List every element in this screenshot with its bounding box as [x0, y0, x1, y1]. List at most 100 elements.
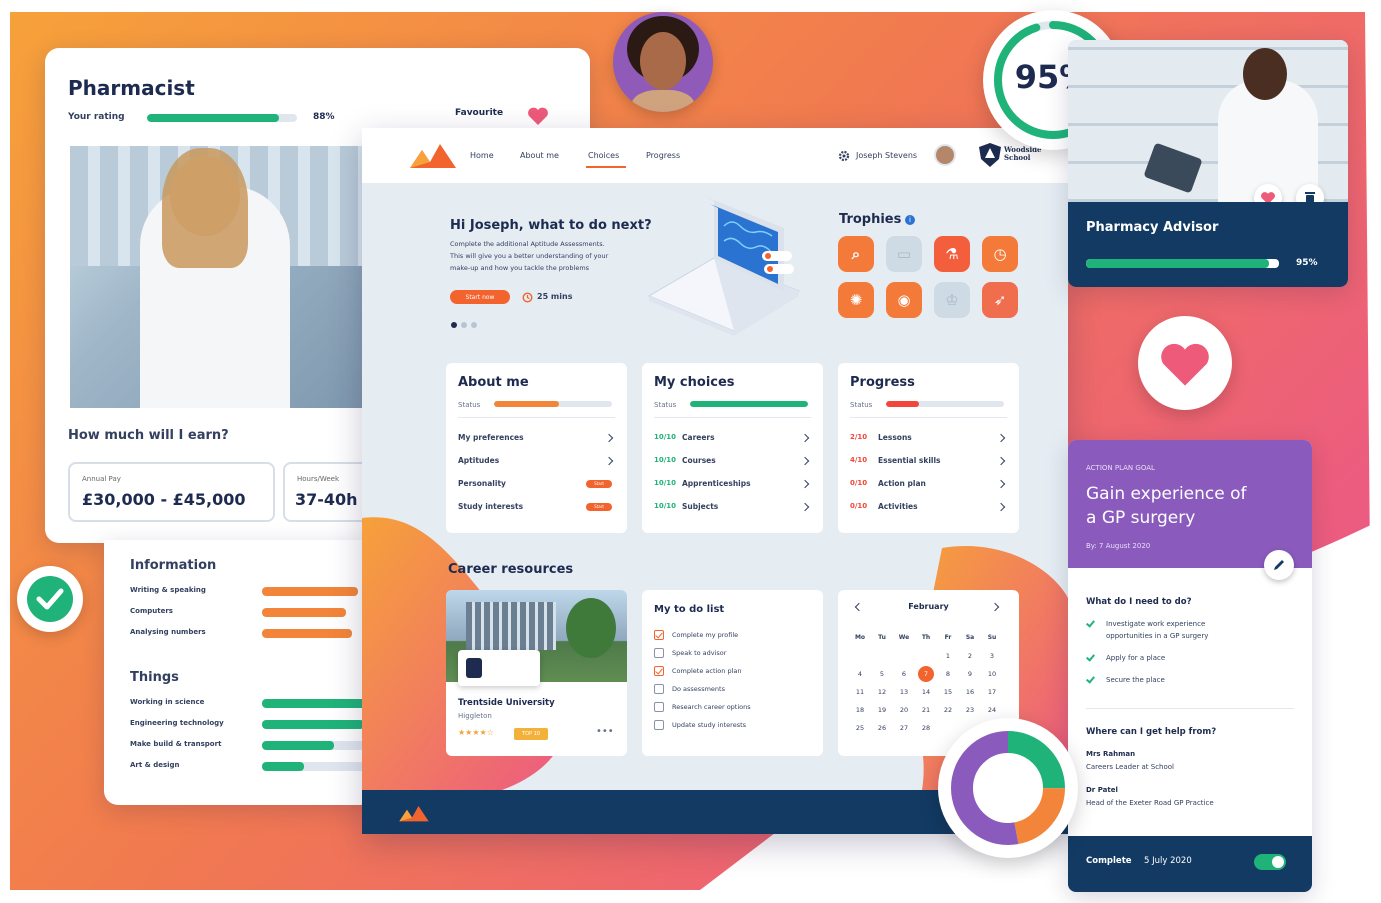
choices-item-label[interactable]: Courses: [682, 456, 716, 465]
calendar-day[interactable]: 6: [896, 670, 912, 678]
calendar-day[interactable]: 9: [962, 670, 978, 678]
flask-trophy-icon[interactable]: ⚗: [934, 236, 970, 272]
screen-trophy-icon[interactable]: ▭: [886, 236, 922, 272]
things-item-bar-fill: [262, 720, 364, 729]
edit-button[interactable]: [1264, 550, 1294, 580]
chevron-right-icon[interactable]: [800, 502, 810, 512]
my-choices-panel[interactable]: My choices Status 10/10 Careers 10/10 Cours…: [642, 363, 823, 533]
choices-item-label[interactable]: Careers: [682, 433, 715, 442]
about-item-label[interactable]: My preferences: [458, 433, 524, 442]
calendar-day[interactable]: 27: [896, 724, 912, 732]
progress-panel[interactable]: Progress Status 2/10 Lessons 4/10 Essential…: [838, 363, 1019, 533]
chevron-right-icon[interactable]: [604, 456, 614, 466]
calendar-day[interactable]: 18: [852, 706, 868, 714]
telescope-trophy-icon[interactable]: ⌕: [838, 236, 874, 272]
calendar-day[interactable]: 2: [962, 652, 978, 660]
todo-checkbox[interactable]: [654, 648, 664, 658]
todo-checkbox[interactable]: [654, 702, 664, 712]
user-avatar[interactable]: [934, 144, 956, 166]
pharmacy-advisor-card[interactable]: Pharmacy Advisor 95%: [1068, 40, 1348, 287]
calendar-day[interactable]: 17: [984, 688, 1000, 696]
calendar-day[interactable]: 4: [852, 670, 868, 678]
nav-progress[interactable]: Progress: [646, 151, 680, 160]
carousel-dot[interactable]: [461, 322, 467, 328]
about-item-label[interactable]: Personality: [458, 479, 506, 488]
calendar-day[interactable]: 23: [962, 706, 978, 714]
calendar-day[interactable]: 16: [962, 688, 978, 696]
user-name[interactable]: Joseph Stevens: [856, 151, 917, 160]
sun-trophy-icon[interactable]: ✺: [838, 282, 874, 318]
choices-item-label[interactable]: Apprenticeships: [682, 479, 751, 488]
heart-icon[interactable]: [527, 106, 549, 126]
complete-toggle[interactable]: [1254, 854, 1286, 870]
progress-item-label[interactable]: Action plan: [878, 479, 926, 488]
crown-trophy-icon[interactable]: ♔: [934, 282, 970, 318]
calendar-day[interactable]: 21: [918, 706, 934, 714]
progress-item-label[interactable]: Essential skills: [878, 456, 941, 465]
brain-trophy-icon[interactable]: ◉: [886, 282, 922, 318]
nav-about-me[interactable]: About me: [520, 151, 559, 160]
info-item-label: Computers: [130, 607, 173, 615]
calendar-day[interactable]: 20: [896, 706, 912, 714]
calendar-day[interactable]: 10: [984, 670, 1000, 678]
about-item-label[interactable]: Aptitudes: [458, 456, 499, 465]
calendar-day[interactable]: 15: [940, 688, 956, 696]
calendar-day[interactable]: 11: [852, 688, 868, 696]
calendar-day[interactable]: 5: [874, 670, 890, 678]
todo-item-label: Update study interests: [672, 721, 747, 729]
calendar-day[interactable]: 12: [874, 688, 890, 696]
plan-title-line1: Gain experience of: [1086, 484, 1247, 504]
footer-logo-icon[interactable]: [398, 803, 430, 823]
todo-checkbox[interactable]: [654, 720, 664, 730]
rocket-trophy-icon[interactable]: ➶: [982, 282, 1018, 318]
calendar-weekday: Tu: [878, 634, 886, 641]
choices-item-fraction: 10/10: [654, 502, 677, 510]
calendar-day[interactable]: 3: [984, 652, 1000, 660]
carousel-dot-active[interactable]: [451, 322, 457, 328]
chevron-right-icon[interactable]: [996, 456, 1006, 466]
todo-checkbox[interactable]: [654, 684, 664, 694]
calendar-day[interactable]: 13: [896, 688, 912, 696]
nav-home[interactable]: Home: [470, 151, 494, 160]
calendar-day[interactable]: 26: [874, 724, 890, 732]
about-item-label[interactable]: Study interests: [458, 502, 523, 511]
todo-checkbox[interactable]: [654, 666, 664, 676]
calendar-day[interactable]: 19: [874, 706, 890, 714]
chevron-right-icon[interactable]: [800, 456, 810, 466]
calendar-day[interactable]: 7: [918, 670, 934, 678]
calendar-day[interactable]: 25: [852, 724, 868, 732]
settings-gear-icon[interactable]: [838, 150, 850, 162]
chevron-right-icon[interactable]: [604, 433, 614, 443]
chevron-right-icon[interactable]: [996, 479, 1006, 489]
calendar-weekday: Th: [921, 634, 931, 641]
todo-checkbox[interactable]: [654, 630, 664, 640]
calendar-day[interactable]: 1: [940, 652, 956, 660]
calendar-day[interactable]: 28: [918, 724, 934, 732]
chevron-right-icon[interactable]: [996, 502, 1006, 512]
calendar-day[interactable]: 24: [984, 706, 1000, 714]
progress-item-label[interactable]: Activities: [878, 502, 918, 511]
app-logo-icon[interactable]: [408, 140, 458, 170]
progress-item-label[interactable]: Lessons: [878, 433, 912, 442]
more-icon[interactable]: •••: [596, 726, 614, 737]
chevron-right-icon[interactable]: [800, 433, 810, 443]
start-pill-button[interactable]: Start: [586, 480, 612, 488]
clock-trophy-icon[interactable]: ◷: [982, 236, 1018, 272]
chevron-right-icon[interactable]: [996, 433, 1006, 443]
favourite-label[interactable]: Favourite: [455, 108, 503, 118]
calendar-day[interactable]: 8: [940, 670, 956, 678]
complete-label: Complete: [1086, 856, 1132, 866]
trophies-info-icon[interactable]: i: [905, 215, 915, 225]
start-pill-button[interactable]: Start: [586, 503, 612, 511]
progress-item-fraction: 0/10: [850, 502, 868, 510]
about-me-panel[interactable]: About me Status My preferences Aptitudes P…: [446, 363, 627, 533]
chevron-right-icon[interactable]: [800, 479, 810, 489]
carousel-dot[interactable]: [471, 322, 477, 328]
start-now-button[interactable]: Start now: [450, 290, 510, 304]
calendar-day[interactable]: 22: [940, 706, 956, 714]
nav-choices[interactable]: Choices: [588, 151, 619, 160]
university-card[interactable]: Trentside University Higgleton ★★★★☆ TOP…: [446, 590, 627, 756]
action-plan-card[interactable]: ACTION PLAN GOAL Gain experience of a GP…: [1068, 440, 1312, 892]
calendar-day[interactable]: 14: [918, 688, 934, 696]
choices-item-label[interactable]: Subjects: [682, 502, 718, 511]
